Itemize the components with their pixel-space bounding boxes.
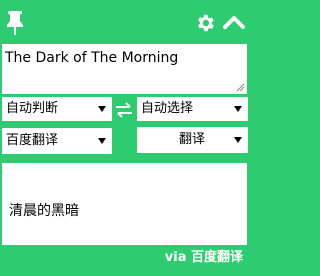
dropdown-caret-icon [234, 106, 242, 112]
target-language-select[interactable]: 自动选择 [137, 97, 248, 121]
source-text-input[interactable]: The Dark of The Morning [2, 44, 247, 94]
engine-select[interactable]: 百度翻译 [2, 128, 112, 154]
chevron-up-icon[interactable] [222, 12, 246, 32]
source-text: The Dark of The Morning [5, 50, 179, 66]
header-bar [0, 0, 249, 44]
gear-icon[interactable] [194, 12, 216, 34]
source-language-select[interactable]: 自动判断 [2, 97, 112, 121]
translate-button[interactable]: 翻译 [137, 127, 248, 153]
target-language-label: 自动选择 [141, 101, 194, 116]
pin-icon[interactable] [5, 10, 25, 36]
translate-button-label: 翻译 [179, 132, 206, 147]
swap-icon[interactable] [114, 101, 134, 119]
engine-label: 百度翻译 [6, 133, 59, 148]
dropdown-caret-icon [98, 138, 106, 144]
source-language-label: 自动判断 [6, 101, 59, 116]
translation-result: 清晨的黑暗 [2, 163, 247, 245]
dropdown-caret-icon [98, 106, 106, 112]
engine-credit[interactable]: via 百度翻译 [165, 248, 243, 268]
resize-handle-icon[interactable] [235, 82, 245, 92]
result-text: 清晨的黑暗 [9, 203, 79, 219]
dropdown-caret-icon [234, 137, 242, 143]
